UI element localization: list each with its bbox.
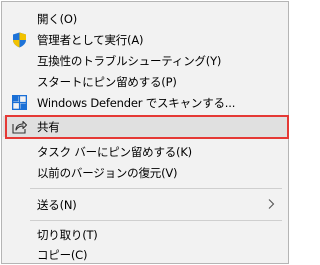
menu-item-label: 共有 [37, 119, 60, 134]
menu-item-label: 管理者として実行(A) [37, 32, 144, 47]
menu-item-compatibility[interactable]: 互換性のトラブルシューティング(Y) [3, 50, 287, 71]
context-menu: 開く(O) 管理者として実行(A) 互換性のトラブルシューティング(Y) スター… [1, 1, 289, 264]
menu-item-label: 送る(N) [37, 197, 77, 212]
menu-item-label: Windows Defender でスキャンする... [37, 95, 236, 110]
menu-item-cut[interactable]: 切り取り(T) [3, 224, 287, 245]
menu-item-label: 以前のバージョンの復元(V) [37, 165, 178, 180]
menu-item-label: タスク バーにピン留めする(K) [37, 144, 192, 159]
windows-defender-icon [11, 94, 28, 111]
menu-item-open[interactable]: 開く(O) [3, 8, 287, 29]
menu-item-run-as-admin[interactable]: 管理者として実行(A) [3, 29, 287, 50]
separator [30, 220, 282, 221]
menu-item-label: スタートにピン留めする(P) [37, 74, 177, 89]
menu-item-pin-to-taskbar[interactable]: タスク バーにピン留めする(K) [3, 141, 287, 162]
menu-item-pin-to-start[interactable]: スタートにピン留めする(P) [3, 71, 287, 92]
menu-item-share[interactable]: 共有 [3, 116, 287, 137]
menu-item-restore-previous[interactable]: 以前のバージョンの復元(V) [3, 162, 287, 183]
menu-item-label: 切り取り(T) [37, 227, 98, 242]
menu-item-copy[interactable]: コピー(C) [3, 244, 287, 265]
menu-item-label: 開く(O) [37, 11, 78, 26]
menu-item-label: コピー(C) [37, 247, 88, 262]
separator [30, 188, 282, 189]
chevron-right-icon [265, 198, 277, 210]
menu-item-send-to[interactable]: 送る(N) [3, 194, 287, 215]
shield-icon [11, 31, 28, 48]
menu-item-label: 互換性のトラブルシューティング(Y) [37, 53, 222, 68]
menu-item-defender-scan[interactable]: Windows Defender でスキャンする... [3, 92, 287, 113]
share-icon [11, 118, 28, 135]
